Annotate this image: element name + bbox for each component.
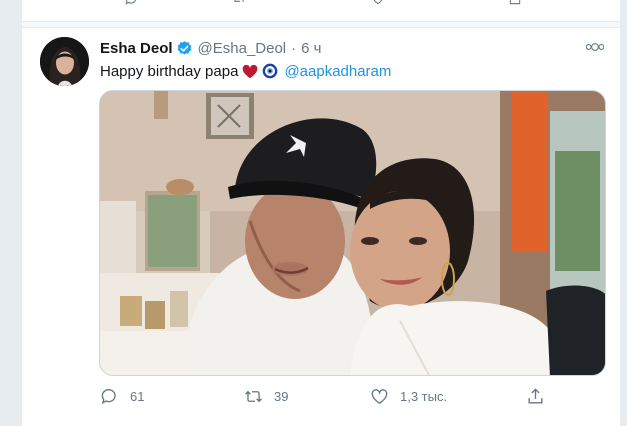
avatar[interactable]	[40, 37, 89, 86]
reply-button[interactable]: 61	[100, 384, 144, 408]
nazar-amulet-emoji	[263, 63, 278, 79]
retweet-icon	[245, 390, 262, 402]
tweet-actions: 61 39 1,3 тыс.	[100, 384, 543, 408]
share-icon	[528, 387, 543, 404]
like-button[interactable]: 1,3 тыс.	[370, 384, 447, 408]
previous-tweet-actions	[22, 0, 620, 22]
timestamp[interactable]: 6 ч	[301, 40, 321, 57]
retweet-icon[interactable]	[230, 0, 248, 6]
reply-icon[interactable]	[122, 0, 140, 6]
tweet-text-body: Happy birthday papa	[100, 62, 239, 80]
reply-count: 61	[130, 388, 145, 404]
tweet-header: Esha Deol @Esha_Deol · 6 ч	[100, 38, 321, 58]
like-count: 1,3 тыс.	[400, 388, 448, 404]
more-dots-icon[interactable]	[585, 38, 605, 56]
share-icon[interactable]	[506, 0, 524, 6]
retweet-button[interactable]: 39	[244, 384, 288, 408]
red-heart-emoji	[243, 64, 258, 78]
mention-link[interactable]: @aapkadharam	[284, 63, 391, 80]
like-icon[interactable]	[369, 0, 387, 6]
like-icon	[371, 388, 388, 404]
author-handle[interactable]: @Esha_Deol	[198, 40, 287, 57]
tweet-separator	[22, 22, 620, 28]
verified-badge-icon	[177, 40, 191, 55]
share-button[interactable]	[526, 384, 545, 408]
reply-icon	[101, 388, 116, 404]
author-name[interactable]: Esha Deol	[100, 40, 173, 57]
tweet-text: Happy birthday papa @aapkadharam	[100, 60, 391, 82]
tweet-photo[interactable]	[99, 90, 606, 376]
timeline-column: Esha Deol @Esha_Deol · 6 ч Happy birthda…	[21, 0, 621, 426]
retweet-count: 39	[274, 388, 289, 404]
header-separator: ·	[291, 39, 297, 57]
